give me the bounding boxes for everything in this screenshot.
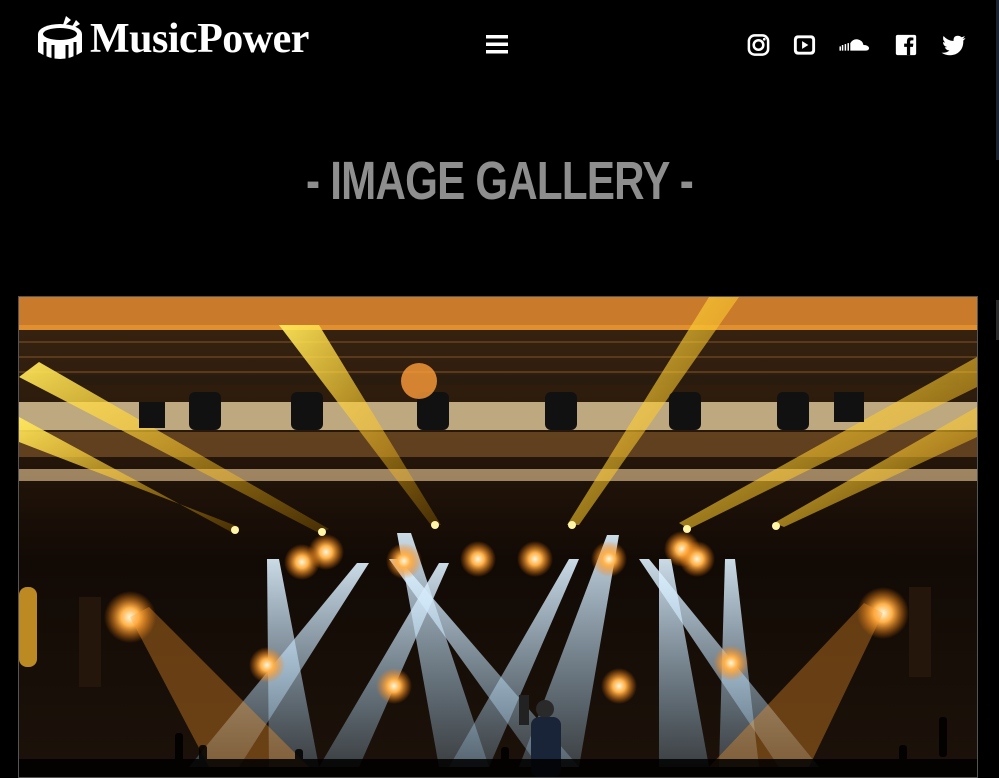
drum-icon — [38, 16, 82, 61]
brand-name: MusicPower — [90, 16, 309, 62]
twitter-icon[interactable] — [940, 32, 967, 58]
hamburger-icon[interactable] — [484, 32, 510, 56]
concert-stage-photo — [19, 297, 977, 777]
page-title: - IMAGE GALLERY - — [306, 151, 694, 211]
instagram-icon[interactable] — [746, 32, 771, 58]
gallery-image-concert-stage[interactable] — [18, 296, 978, 778]
soundcloud-icon[interactable] — [839, 32, 871, 58]
youtube-icon[interactable] — [792, 32, 817, 58]
facebook-icon[interactable] — [894, 32, 918, 58]
brand-logo[interactable]: MusicPower — [36, 14, 309, 64]
site-header: MusicPower — [0, 0, 999, 90]
